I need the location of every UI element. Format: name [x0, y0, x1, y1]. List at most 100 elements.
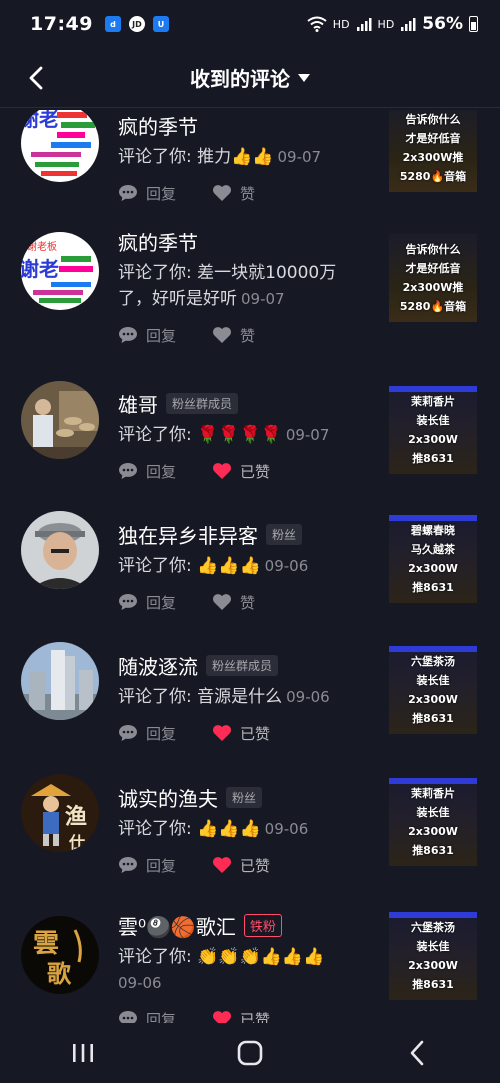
avatar[interactable]: 谢老板 谢老	[21, 232, 99, 310]
caret-down-icon	[298, 73, 310, 82]
heart-icon	[213, 594, 232, 610]
d-app-icon: d	[104, 16, 121, 32]
recent-apps-button[interactable]	[53, 1033, 113, 1073]
comment-content: 疯的季节 评论了你: 差一块就10000万了，好听是好听 09-07 回复 赞	[118, 226, 373, 350]
comment-actions: 回复 赞	[118, 320, 373, 350]
back-button[interactable]	[18, 60, 54, 96]
liked-button[interactable]: 已赞	[212, 723, 270, 744]
comment-actions: 回复 已赞	[118, 718, 373, 748]
status-bar: 17:49 d JD U HD HD 56%	[0, 0, 500, 48]
thumbnail-caption: 碧螺春晓 马久越茶 2x300W 推8631	[408, 524, 458, 594]
avatar[interactable]: 渔 仕	[21, 774, 99, 852]
like-button[interactable]: 赞	[212, 183, 255, 204]
svg-text:仕: 仕	[68, 833, 85, 852]
avatar[interactable]	[21, 511, 99, 589]
avatar[interactable]	[21, 642, 99, 720]
shield-app-icon: U	[152, 16, 169, 32]
chevron-left-icon	[29, 66, 43, 90]
nav-bar: 收到的评论	[0, 48, 500, 108]
video-thumbnail[interactable]: 茉莉香片 装长佳 2x300W 推8631	[389, 778, 477, 866]
avatar[interactable]: 谢老	[21, 110, 99, 182]
chevron-left-icon	[410, 1040, 423, 1066]
commenter-name[interactable]: 独在异乡非异客	[118, 520, 258, 549]
liked-label: 已赞	[240, 1010, 271, 1024]
speech-bubble-icon	[119, 1011, 137, 1023]
reply-button[interactable]: 回复	[118, 183, 176, 204]
reply-button[interactable]: 回复	[118, 723, 176, 744]
hd-label-1: HD	[332, 17, 350, 31]
commenter-name[interactable]: 随波逐流	[118, 651, 198, 680]
comment-date: 09-07	[277, 148, 322, 166]
reply-label: 回复	[146, 1010, 177, 1024]
home-button[interactable]	[220, 1033, 280, 1073]
system-back-button[interactable]	[387, 1033, 447, 1073]
iron-fan-badge: 铁粉	[243, 913, 282, 937]
comment-list[interactable]: 谢老 疯的季节 评论了你: 推力👍👍 09-07 回复 赞 告诉你什么 才是好低…	[0, 110, 500, 1023]
commenter-name[interactable]: 雄哥	[118, 389, 158, 418]
avatar[interactable]: 雲 歌	[21, 916, 99, 994]
reply-label: 回复	[146, 724, 177, 743]
reply-button[interactable]: 回复	[118, 855, 176, 876]
heart-filled-icon	[213, 725, 232, 741]
comment-actions: 回复 已赞	[118, 1004, 373, 1023]
comment-prefix: 评论了你:	[118, 263, 198, 283]
comment-text: 评论了你: 差一块就10000万了，好听是好听 09-07	[118, 260, 358, 312]
fan-badge: 粉丝	[266, 523, 303, 545]
avatar[interactable]	[21, 381, 99, 459]
video-thumbnail[interactable]: 六堡茶汤 装长佳 2x300W 推8631	[389, 912, 477, 1000]
thumbnail-caption: 六堡茶汤 装长佳 2x300W 推8631	[408, 655, 458, 725]
svg-text:谢老: 谢老	[21, 110, 59, 131]
liked-label: 已赞	[240, 462, 271, 481]
liked-button[interactable]: 已赞	[212, 461, 270, 482]
avatar-photo-image	[21, 511, 99, 589]
video-thumbnail[interactable]: 六堡茶汤 装长佳 2x300W 推8631	[389, 646, 477, 734]
liked-label: 已赞	[240, 856, 271, 875]
video-thumbnail[interactable]: 碧螺春晓 马久越茶 2x300W 推8631	[389, 515, 477, 603]
commenter-name[interactable]: 雲⁰🎱🏀歌汇	[118, 911, 236, 940]
thumbnail-caption: 告诉你什么 才是好低音 2x300W推 5280🔥音箱	[399, 113, 467, 183]
like-label: 赞	[240, 326, 256, 345]
comment-prefix: 评论了你:	[118, 687, 198, 707]
reply-label: 回复	[146, 184, 177, 203]
comment-content: 疯的季节 评论了你: 推力👍👍 09-07 回复 赞	[118, 110, 373, 208]
reply-button[interactable]: 回复	[118, 592, 176, 613]
like-button[interactable]: 赞	[212, 592, 255, 613]
comment-body: 🌹🌹🌹🌹	[197, 425, 282, 445]
system-navigation-bar	[0, 1023, 500, 1083]
like-button[interactable]: 赞	[212, 325, 255, 346]
comment-actions: 回复 赞	[118, 178, 373, 208]
hd-label-2: HD	[377, 17, 395, 31]
video-thumbnail[interactable]: 告诉你什么 才是好低音 2x300W推 5280🔥音箱	[389, 234, 477, 322]
comment-body: 推力👍👍	[197, 147, 274, 167]
like-label: 赞	[240, 184, 256, 203]
comment-text: 评论了你: 推力👍👍 09-07	[118, 144, 373, 170]
video-thumbnail[interactable]: 茉莉香片 装长佳 2x300W 推8631	[389, 386, 477, 474]
video-thumbnail[interactable]: 告诉你什么 才是好低音 2x300W推 5280🔥音箱	[389, 110, 477, 192]
liked-label: 已赞	[240, 724, 271, 743]
reply-button[interactable]: 回复	[118, 461, 176, 482]
comment-body: 👍👍👍	[197, 556, 261, 576]
comment-date: 09-06	[264, 820, 309, 838]
thumbnail-caption: 茉莉香片 装长佳 2x300W 推8631	[408, 395, 458, 465]
speech-bubble-icon	[119, 185, 137, 201]
comment-actions: 回复 已赞	[118, 850, 373, 880]
reply-button[interactable]: 回复	[118, 325, 176, 346]
recent-apps-icon	[73, 1044, 94, 1062]
commenter-name[interactable]: 疯的季节	[118, 227, 198, 256]
reply-label: 回复	[146, 326, 177, 345]
liked-button[interactable]: 已赞	[212, 1009, 271, 1024]
reply-button[interactable]: 回复	[118, 1009, 177, 1024]
comment-body: 👍👍👍	[197, 819, 261, 839]
comment-body: 音源是什么	[197, 687, 283, 707]
comment-prefix: 评论了你:	[118, 425, 198, 445]
comment-prefix: 评论了你:	[118, 556, 198, 576]
heart-filled-icon	[213, 857, 232, 873]
comment-actions: 回复 赞	[118, 587, 373, 617]
liked-button[interactable]: 已赞	[212, 855, 270, 876]
avatar-photo-image	[21, 642, 99, 720]
like-label: 赞	[240, 593, 256, 612]
page-title-dropdown[interactable]: 收到的评论	[190, 63, 310, 92]
commenter-name[interactable]: 诚实的渔夫	[118, 783, 218, 812]
commenter-name[interactable]: 疯的季节	[118, 111, 198, 140]
heart-filled-icon	[213, 463, 232, 479]
